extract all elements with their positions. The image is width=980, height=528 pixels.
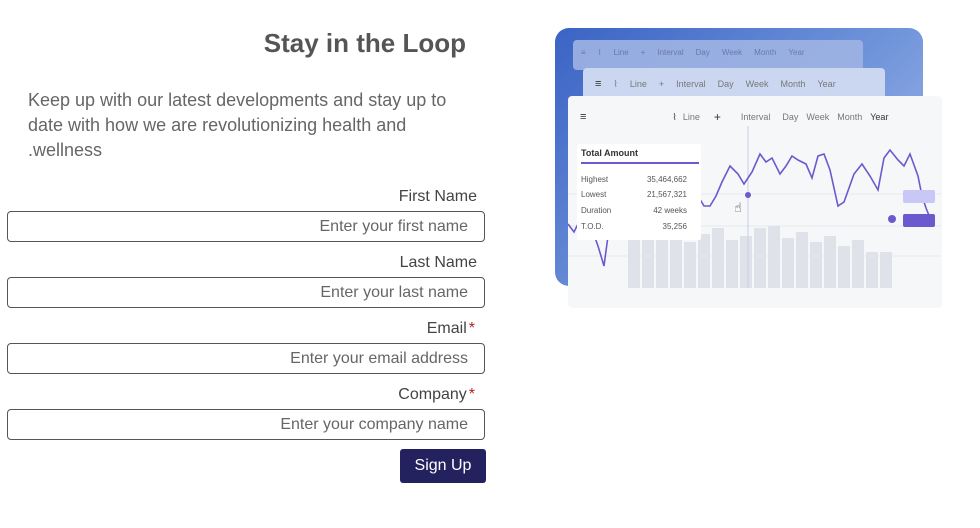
last-name-label: Last Name bbox=[400, 254, 477, 272]
legend-chip-light bbox=[903, 190, 935, 203]
last-name-field[interactable] bbox=[7, 277, 485, 308]
company-label: Company * bbox=[398, 386, 475, 404]
tooltip-row-value: 42 weeks bbox=[653, 206, 687, 215]
back2-interval: Interval bbox=[676, 79, 706, 89]
dashboard-illustration: ≡ ⌇ Line + Interval Day Week Month Year … bbox=[555, 28, 945, 310]
back1-range-week: Week bbox=[721, 48, 743, 57]
tooltip-row-label: Duration bbox=[581, 206, 612, 215]
tooltip-row-label: T.O.D. bbox=[581, 222, 604, 231]
hamburger-icon: ≡ bbox=[595, 78, 602, 90]
tooltip-row-label: Lowest bbox=[581, 190, 607, 199]
company-label-text: Company bbox=[398, 386, 467, 403]
back1-range-month: Month bbox=[754, 48, 777, 57]
company-required-mark: * bbox=[468, 386, 475, 403]
back2-range-year: Year bbox=[817, 79, 836, 89]
first-name-label: First Name bbox=[399, 188, 477, 206]
back2-range-day: Day bbox=[717, 79, 734, 89]
back1-range-year: Year bbox=[788, 48, 805, 57]
front-panel: ≡ ⌇ Line + Interval Day Week Month Year bbox=[568, 96, 942, 308]
tooltip-row: Duration 42 weeks bbox=[581, 206, 687, 215]
chart-tooltip: Total Amount Highest 35,464,662 Lowest 2… bbox=[577, 144, 701, 240]
tooltip-row-value: 35,256 bbox=[662, 222, 687, 231]
back-panel-1: ≡ ⌇ Line + Interval Day Week Month Year bbox=[573, 40, 863, 70]
back2-chart-type: Line bbox=[629, 79, 647, 89]
tooltip-row-label: Highest bbox=[581, 175, 609, 184]
page-title: Stay in the Loop bbox=[263, 28, 466, 58]
legend-chip-dark bbox=[903, 214, 935, 227]
tooltip-row: Lowest 21,567,321 bbox=[581, 190, 687, 199]
line-chart-icon: ⌇ bbox=[597, 48, 602, 57]
cursor-hand-icon: ☝ bbox=[734, 200, 742, 215]
back1-chart-type: Line bbox=[613, 48, 629, 57]
tooltip-row: Highest 35,464,662 bbox=[581, 175, 687, 184]
back2-range-week: Week bbox=[745, 79, 769, 89]
tooltip-row-value: 21,567,321 bbox=[646, 190, 687, 199]
tooltip-row: T.O.D. 35,256 bbox=[581, 222, 687, 231]
first-name-field[interactable] bbox=[7, 211, 485, 242]
back1-interval: Interval bbox=[657, 48, 684, 57]
back2-range-month: Month bbox=[780, 79, 806, 89]
email-required-mark: * bbox=[468, 320, 475, 337]
sign-up-button[interactable]: Sign Up bbox=[400, 449, 486, 483]
email-field[interactable] bbox=[7, 343, 485, 374]
back1-range-day: Day bbox=[695, 48, 710, 57]
email-label-text: Email bbox=[426, 320, 467, 337]
plus-icon: + bbox=[658, 79, 665, 89]
plus-icon: + bbox=[640, 48, 646, 57]
chart-end-dot bbox=[888, 215, 896, 223]
hamburger-icon: ≡ bbox=[581, 48, 586, 57]
company-field[interactable] bbox=[7, 409, 485, 440]
first-name-label-text: First Name bbox=[398, 188, 477, 205]
tooltip-heading: Total Amount bbox=[581, 148, 699, 164]
intro-text: Keep up with our latest developments and… bbox=[28, 90, 447, 160]
line-chart-icon: ⌇ bbox=[613, 78, 618, 89]
email-label: Email * bbox=[427, 320, 475, 338]
last-name-label-text: Last Name bbox=[399, 254, 477, 271]
chart-marker bbox=[745, 192, 751, 198]
tooltip-row-value: 35,464,662 bbox=[646, 175, 687, 184]
